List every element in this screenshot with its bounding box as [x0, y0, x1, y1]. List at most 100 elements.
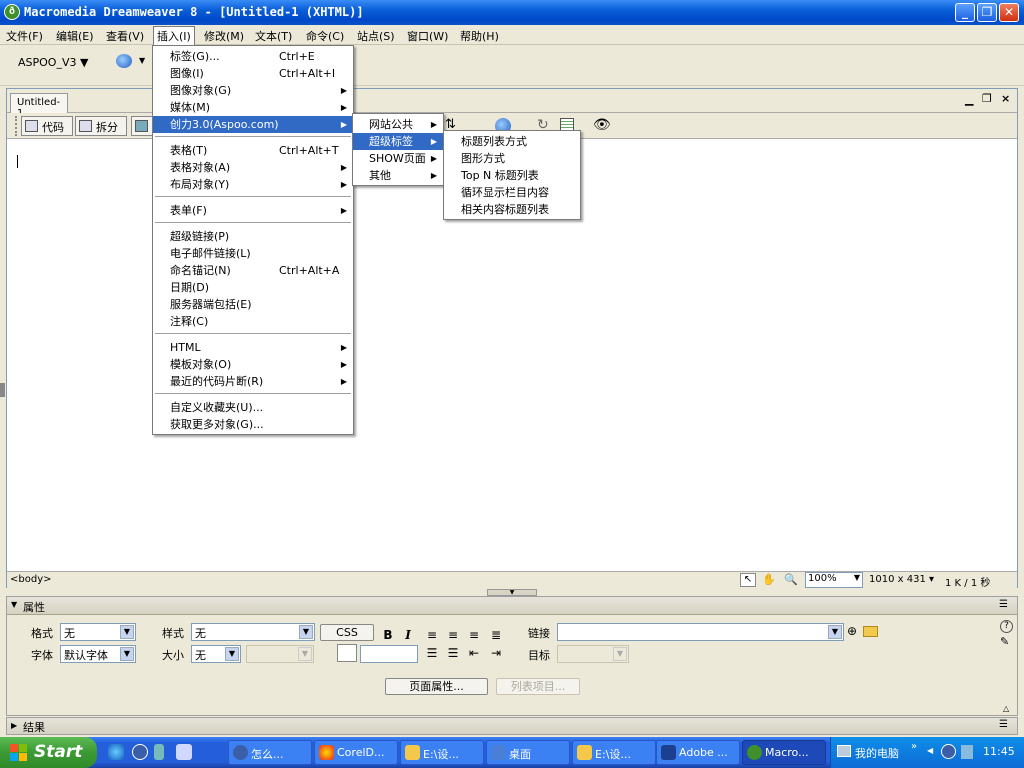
submenu-item-show-page[interactable]: SHOW页面 ▶ [353, 150, 443, 167]
menu-site[interactable]: 站点(S) [354, 27, 398, 45]
submenu-item-related-titles[interactable]: 相关内容标题列表 [444, 201, 580, 218]
chevron-down-icon[interactable]: ▼ [139, 56, 145, 65]
properties-header[interactable]: ▼ 属性 ☰ [7, 597, 1017, 615]
menu-item-image-objects[interactable]: 图像对象(G) ▶ [153, 82, 353, 99]
menu-item-server-include[interactable]: 服务器端包括(E) [153, 296, 353, 313]
chevron-right-icon[interactable]: » [911, 741, 917, 752]
menu-item-hyperlink[interactable]: 超级链接(P) [153, 228, 353, 245]
menu-insert[interactable]: 插入(I) [153, 26, 195, 45]
text-color-input[interactable] [360, 645, 418, 663]
menu-help[interactable]: 帮助(H) [457, 27, 502, 45]
menu-item-get-more-objects[interactable]: 获取更多对象(G)... [153, 416, 353, 433]
submenu-item-title-list[interactable]: 标题列表方式 [444, 133, 580, 150]
network-icon[interactable] [961, 745, 973, 759]
media-icon[interactable] [154, 744, 164, 760]
size-unit-select[interactable]: ▼ [246, 645, 314, 663]
indent-icon[interactable]: ⇥ [489, 646, 503, 660]
panel-collapse-left[interactable] [0, 383, 5, 397]
minimize-button[interactable]: _ [955, 3, 975, 22]
task-browser[interactable]: 怎么... [228, 740, 312, 765]
document-tab[interactable]: Untitled-1 [10, 93, 68, 119]
align-left-icon[interactable]: ≡ [425, 628, 439, 642]
italic-button[interactable]: I [401, 628, 415, 642]
results-options-icon[interactable]: ☰ [999, 719, 1008, 730]
text-color-picker[interactable] [337, 644, 357, 662]
task-folder-2[interactable]: E:\设... [572, 740, 656, 765]
menu-view[interactable]: 查看(V) [103, 27, 147, 45]
menu-edit[interactable]: 编辑(E) [53, 27, 97, 45]
font-select[interactable]: 默认字体 ▼ [60, 645, 136, 663]
task-macromedia[interactable]: Macro... [742, 740, 826, 765]
show-desktop-icon[interactable] [176, 744, 192, 760]
doc-close-icon[interactable]: × [1001, 92, 1010, 105]
menu-item-table[interactable]: 表格(T) Ctrl+Alt+T [153, 142, 353, 159]
close-button[interactable]: ✕ [999, 3, 1019, 22]
menu-item-custom-favorites[interactable]: 自定义收藏夹(U)... [153, 399, 353, 416]
task-desktop[interactable]: 桌面 [486, 740, 570, 765]
ie-icon[interactable] [108, 744, 124, 760]
collapse-panel-icon[interactable]: △ [1003, 704, 1009, 713]
target-select[interactable]: ▼ [557, 645, 629, 663]
messenger-icon[interactable] [132, 744, 148, 760]
window-size[interactable]: 1010 x 431 ▾ [869, 574, 934, 585]
menu-text[interactable]: 文本(T) [252, 27, 295, 45]
menu-commands[interactable]: 命令(C) [303, 27, 347, 45]
style-select[interactable]: 无 ▼ [191, 623, 315, 641]
menu-item-tag[interactable]: 标签(G)... Ctrl+E [153, 48, 353, 65]
align-justify-icon[interactable]: ≣ [489, 628, 503, 642]
submenu-item-other[interactable]: 其他 ▶ [353, 167, 443, 184]
task-adobe[interactable]: Adobe ... [656, 740, 740, 765]
menu-item-aspoo[interactable]: 创力3.0(Aspoo.com) ▶ [153, 116, 353, 133]
site-selector[interactable]: ASPOO_V3 ▼ [18, 56, 88, 69]
submenu-item-top-n[interactable]: Top N 标题列表 [444, 167, 580, 184]
unordered-list-icon[interactable]: ☰ [425, 646, 439, 660]
tag-selector[interactable]: <body> [10, 574, 52, 585]
css-button[interactable]: CSS [320, 624, 374, 641]
visual-aids-icon[interactable]: 👁 [593, 117, 611, 135]
folder-icon[interactable] [863, 626, 878, 637]
panel-collapse-bottom[interactable]: ▼ [487, 589, 537, 596]
maximize-button[interactable]: ❐ [977, 3, 997, 22]
outdent-icon[interactable]: ⇤ [467, 646, 481, 660]
menu-item-media[interactable]: 媒体(M) ▶ [153, 99, 353, 116]
menu-item-recent-snippets[interactable]: 最近的代码片断(R) ▶ [153, 373, 353, 390]
menu-item-named-anchor[interactable]: 命名锚记(N) Ctrl+Alt+A [153, 262, 353, 279]
submenu-item-graphic[interactable]: 图形方式 [444, 150, 580, 167]
menu-file[interactable]: 文件(F) [3, 27, 46, 45]
menu-item-form[interactable]: 表单(F) ▶ [153, 202, 353, 219]
link-input[interactable]: ▼ [557, 623, 844, 641]
size-select[interactable]: 无 ▼ [191, 645, 241, 663]
menu-item-template-objects[interactable]: 模板对象(O) ▶ [153, 356, 353, 373]
list-item-button[interactable]: 列表项目... [496, 678, 580, 695]
hand-tool-icon[interactable]: ✋ [762, 573, 776, 586]
point-to-file-icon[interactable]: ⊕ [847, 624, 857, 638]
messenger-tray-icon[interactable] [941, 744, 956, 759]
code-view-button[interactable]: 代码 [21, 116, 73, 136]
quick-tag-editor-icon[interactable]: ✎ [1000, 635, 1009, 648]
menu-item-html[interactable]: HTML ▶ [153, 339, 353, 356]
title-bar[interactable]: ð Macromedia Dreamweaver 8 - [Untitled-1… [0, 0, 1024, 25]
tray-arrow-icon[interactable]: ◀ [927, 746, 933, 755]
page-properties-button[interactable]: 页面属性... [385, 678, 488, 695]
zoom-tool-icon[interactable]: 🔍 [784, 573, 798, 586]
options-menu-icon[interactable]: ☰ [999, 599, 1008, 610]
task-folder-1[interactable]: E:\设... [400, 740, 484, 765]
menu-item-date[interactable]: 日期(D) [153, 279, 353, 296]
results-panel[interactable]: ▶ 结果 ☰ [6, 717, 1018, 735]
menu-item-comment[interactable]: 注释(C) [153, 313, 353, 330]
split-view-button[interactable]: 拆分 [75, 116, 127, 136]
menu-item-table-objects[interactable]: 表格对象(A) ▶ [153, 159, 353, 176]
bold-button[interactable]: B [381, 628, 395, 642]
browser-icon[interactable] [116, 54, 132, 68]
dreamweaver-icon[interactable]: ð [4, 4, 20, 20]
submenu-item-loop-column[interactable]: 循环显示栏目内容 [444, 184, 580, 201]
pointer-tool-icon[interactable]: ↖ [740, 573, 756, 587]
design-view-button[interactable] [131, 116, 153, 136]
submenu-item-site-common[interactable]: 网站公共 ▶ [353, 116, 443, 133]
menu-modify[interactable]: 修改(M) [201, 27, 247, 45]
tray-label[interactable]: 我的电脑 [855, 745, 899, 761]
menu-item-email-link[interactable]: 电子邮件链接(L) [153, 245, 353, 262]
doc-restore-icon[interactable]: ❐ [982, 92, 992, 105]
ordered-list-icon[interactable]: ☰ [446, 646, 460, 660]
submenu-item-super-tag[interactable]: 超级标签 ▶ [353, 133, 443, 150]
